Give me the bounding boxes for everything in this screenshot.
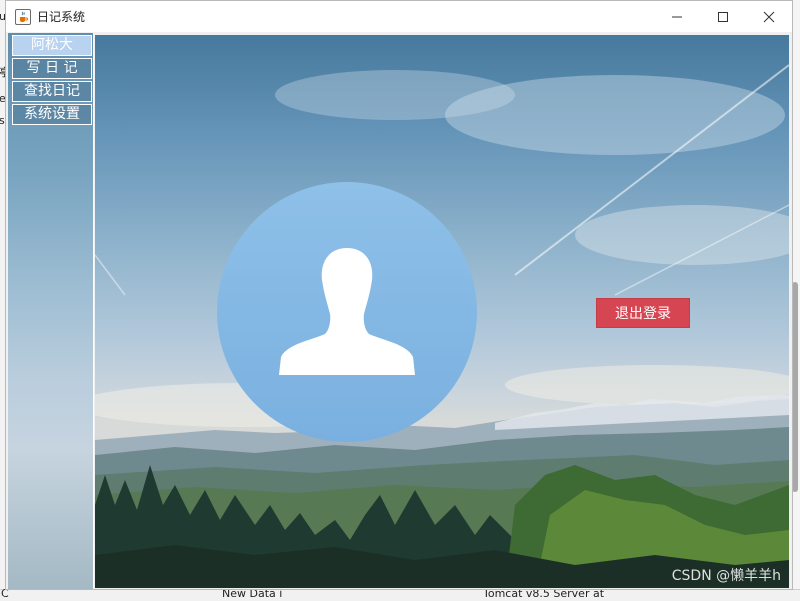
logout-button[interactable]: 退出登录	[596, 298, 690, 328]
diary-app-window: 日记系统 阿松大 写 日 记 查找日记 系统设置 退出登录 CSDN @懒羊羊h	[5, 0, 793, 590]
menu-item-system-settings[interactable]: 系统设置	[12, 104, 92, 125]
watermark-text: CSDN @懒羊羊h	[671, 568, 781, 584]
content-area: 阿松大 写 日 记 查找日记 系统设置 退出登录 CSDN @懒羊羊h	[8, 33, 790, 589]
background-ide-bottom-strip: C New Data i Tomcat v8.5 Server at	[0, 587, 800, 601]
menu-item-find-diary[interactable]: 查找日记	[12, 81, 92, 102]
avatar[interactable]	[217, 182, 477, 442]
close-icon	[763, 11, 775, 22]
minimize-icon	[672, 16, 682, 17]
title-bar[interactable]: 日记系统	[6, 1, 792, 32]
window-title: 日记系统	[37, 10, 86, 24]
java-cup-icon	[15, 8, 31, 25]
menu-item-write-diary[interactable]: 写 日 记	[12, 58, 92, 79]
menu-item-user-name[interactable]: 阿松大	[12, 35, 92, 56]
maximize-icon	[718, 11, 728, 22]
maximize-button[interactable]	[700, 1, 746, 32]
side-menu: 阿松大 写 日 记 查找日记 系统设置	[8, 33, 94, 589]
close-button[interactable]	[746, 1, 792, 32]
user-silhouette-icon	[279, 248, 415, 375]
minimize-button[interactable]	[654, 1, 700, 32]
main-panel: 退出登录 CSDN @懒羊羊h	[95, 35, 789, 588]
